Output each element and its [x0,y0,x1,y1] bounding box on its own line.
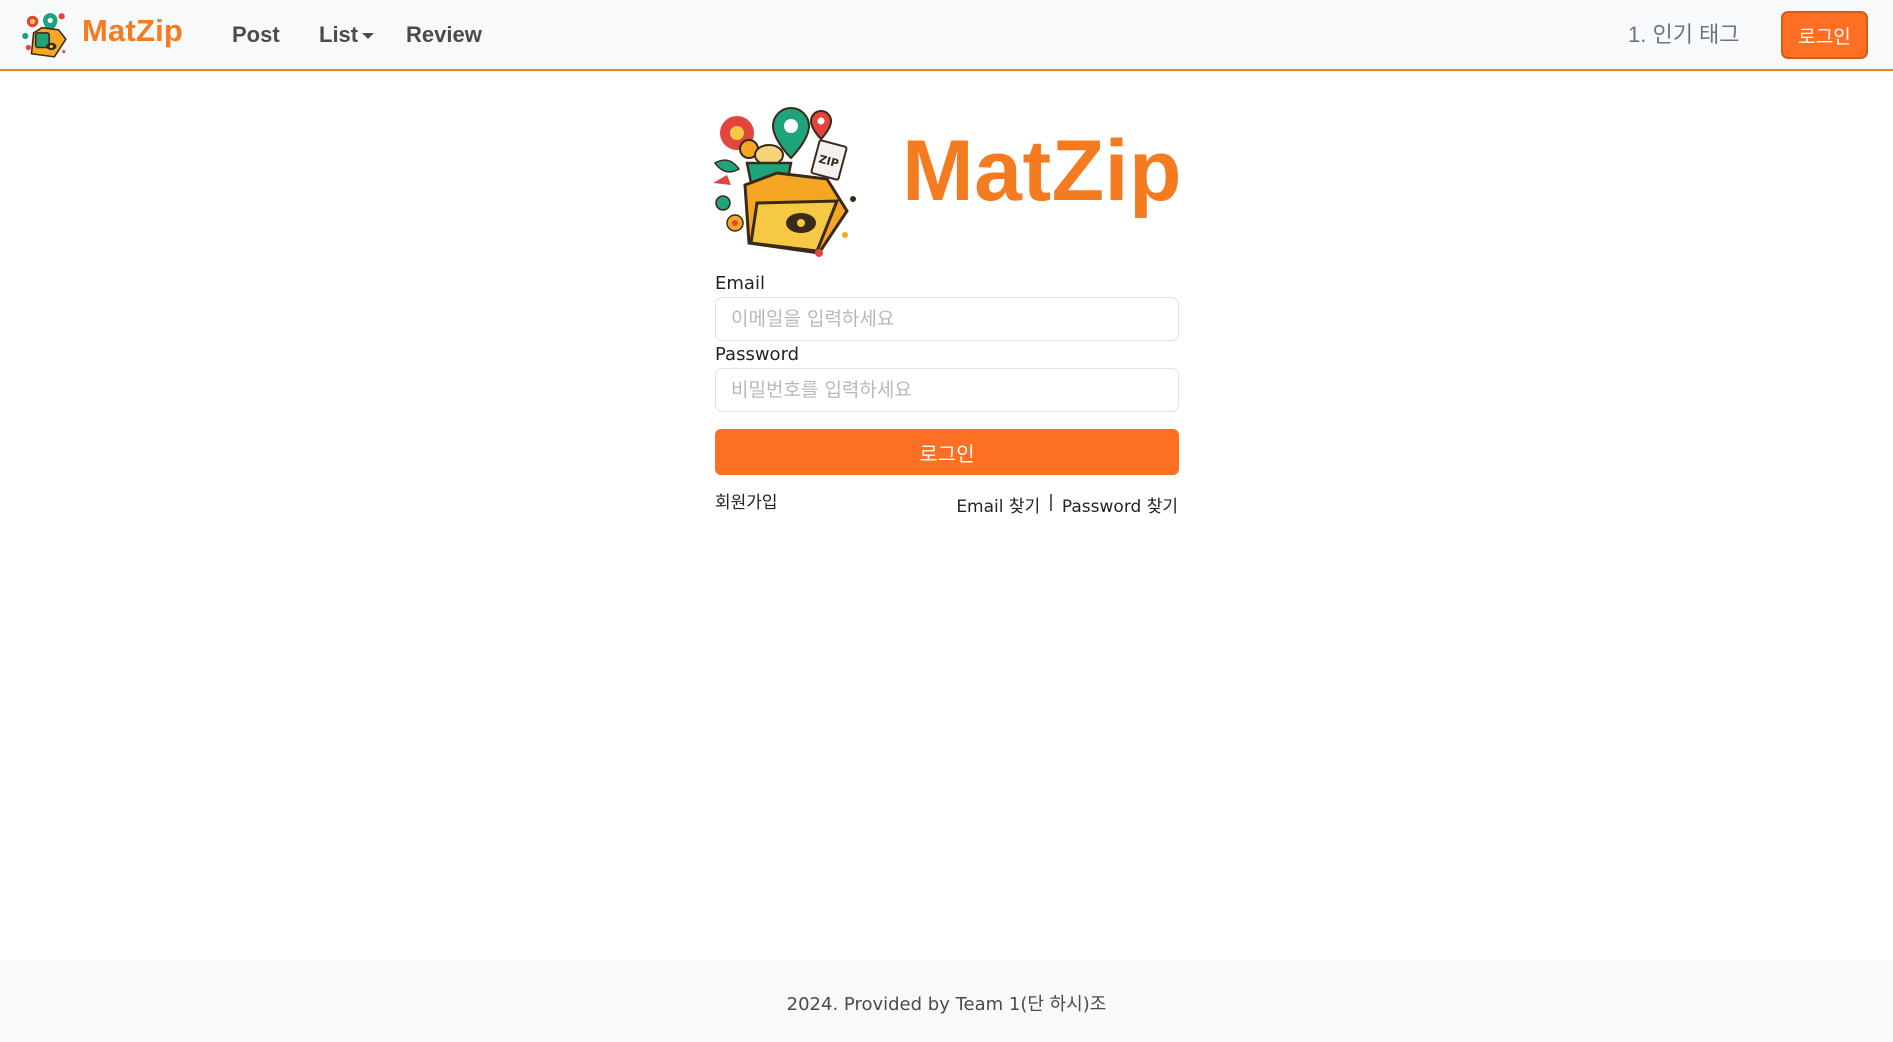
brand-link[interactable]: MatZip [18,8,183,62]
hero-title: MatZip [902,123,1183,219]
popular-tag-ticker[interactable]: 1. 인기 태그 [1628,20,1740,50]
caret-down-icon [362,33,375,39]
account-recovery-links: Email 찾기 | Password 찾기 [956,492,1178,517]
email-label: Email [715,273,765,294]
matzip-logo-icon [22,13,67,58]
page-footer: 2024. Provided by Team 1(단 하시)조 [0,960,1893,1042]
find-password-link[interactable]: Password 찾기 [1062,492,1178,517]
nav-list-label: List [319,22,359,47]
top-navbar: MatZip Post List Review 1. 인기 태그 로그인 [0,0,1893,71]
nav-list-dropdown[interactable]: List [319,20,375,50]
email-input[interactable] [715,297,1179,341]
brand-name: MatZip [82,13,184,48]
link-separator: | [1048,492,1054,512]
hero-logo-block: ZIP MatZip [707,103,1207,258]
matzip-hero-logo-icon: ZIP [713,106,856,257]
nav-post-link[interactable]: Post [232,20,280,50]
find-email-link[interactable]: Email 찾기 [956,492,1040,517]
footer-credit: 2024. Provided by Team 1(단 하시)조 [786,994,1107,1015]
nav-review-link[interactable]: Review [406,20,482,50]
password-input[interactable] [715,368,1179,412]
password-label: Password [715,344,800,365]
navbar-login-button[interactable]: 로그인 [1781,11,1868,59]
signup-link[interactable]: 회원가입 [715,488,778,513]
login-submit-button[interactable]: 로그인 [715,429,1179,475]
